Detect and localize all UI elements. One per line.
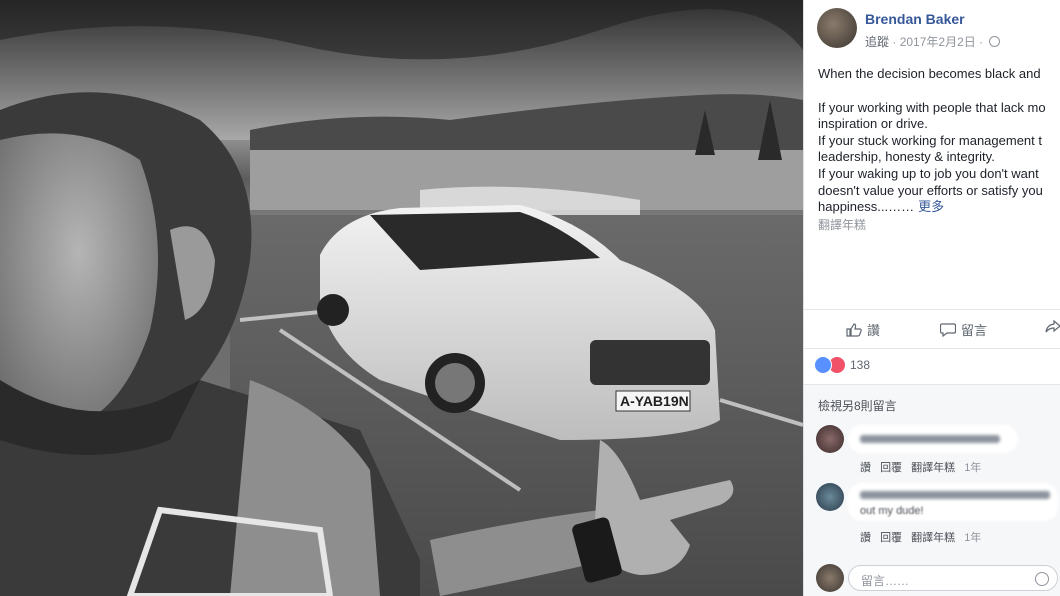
post-text: When the decision becomes black and If y… [818, 66, 1060, 216]
post-text-line: leadership, honesty & integrity. [818, 149, 995, 165]
comment-time[interactable]: 1年 [964, 532, 981, 544]
meta-separator: · [892, 35, 897, 49]
comment-input[interactable]: 留言…… [848, 565, 1058, 591]
comment-actions: 讚 回覆 翻譯年糕 1年 [860, 459, 987, 475]
post-meta: 追蹤 · 2017年2月2日 · [865, 33, 1001, 50]
emoji-icon[interactable] [1035, 572, 1049, 586]
blurred-comment-text [860, 491, 1050, 499]
translate-link[interactable]: 翻譯年糕 [818, 216, 866, 233]
comment-time[interactable]: 1年 [964, 462, 981, 474]
follow-link[interactable]: 追蹤 [865, 35, 889, 49]
comment-actions: 讚 回覆 翻譯年糕 1年 [860, 529, 987, 545]
post-text-line: happiness...…… 更多 [818, 199, 945, 215]
comment-button[interactable]: 留言 [940, 320, 987, 339]
author-avatar[interactable] [817, 8, 857, 48]
reactions-summary[interactable]: 138 [814, 356, 870, 374]
comment-label: 留言 [961, 323, 988, 338]
globe-icon [989, 36, 1001, 47]
post-text-line: When the decision becomes black and [818, 66, 1041, 81]
share-icon [1045, 320, 1060, 333]
comment-like-link[interactable]: 讚 [860, 462, 871, 474]
post-date[interactable]: 2017年2月2日 [900, 35, 976, 49]
post-text-line: If your working with people that lack mo [818, 99, 1046, 115]
post-side-panel: Brendan Baker 追蹤 · 2017年2月2日 · When the … [803, 0, 1060, 596]
blurred-comment-text [860, 435, 1000, 443]
like-label: 讚 [867, 323, 881, 338]
license-plate: A-YAB19N [620, 393, 689, 409]
reaction-count: 138 [850, 358, 871, 372]
current-user-avatar [816, 564, 844, 592]
comment-icon [940, 322, 956, 337]
comment-translate-link[interactable]: 翻譯年糕 [911, 532, 955, 544]
photo-illustration: A-YAB19N [0, 0, 803, 596]
meta-separator: · [979, 35, 984, 49]
like-reaction-icon [814, 356, 832, 374]
comment-reply-link[interactable]: 回覆 [880, 462, 902, 474]
thumbs-up-icon [846, 322, 862, 337]
post-text-line: If your stuck working for management t [818, 132, 1042, 148]
post-actions: 讚 留言 [804, 309, 1060, 349]
author-name[interactable]: Brendan Baker [865, 11, 965, 27]
post-text-line: inspiration or drive. [818, 116, 928, 132]
comment-translate-link[interactable]: 翻譯年糕 [911, 462, 955, 474]
see-more-link[interactable]: 更多 [918, 199, 944, 214]
commenter-avatar[interactable] [816, 483, 844, 511]
view-more-comments[interactable]: 檢視另8則留言 [818, 397, 897, 414]
comment-reply-link[interactable]: 回覆 [880, 532, 902, 544]
share-button[interactable] [1045, 320, 1060, 334]
like-button[interactable]: 讚 [846, 320, 880, 339]
comment-like-link[interactable]: 讚 [860, 532, 871, 544]
comment-text-partial: out my dude! [860, 505, 924, 517]
post-text-line: doesn't value your efforts or satisfy yo… [818, 182, 1043, 198]
post-photo[interactable]: A-YAB19N [0, 0, 803, 596]
comments-section: 檢視另8則留言 讚 回覆 翻譯年糕 1年 out my dude! 讚 回覆 翻… [804, 384, 1060, 596]
commenter-avatar[interactable] [816, 425, 844, 453]
comment-input-placeholder: 留言…… [861, 574, 910, 588]
comment-composer: 留言…… [804, 561, 1060, 596]
post-text-line: If your waking up to job you don't want [818, 165, 1039, 181]
